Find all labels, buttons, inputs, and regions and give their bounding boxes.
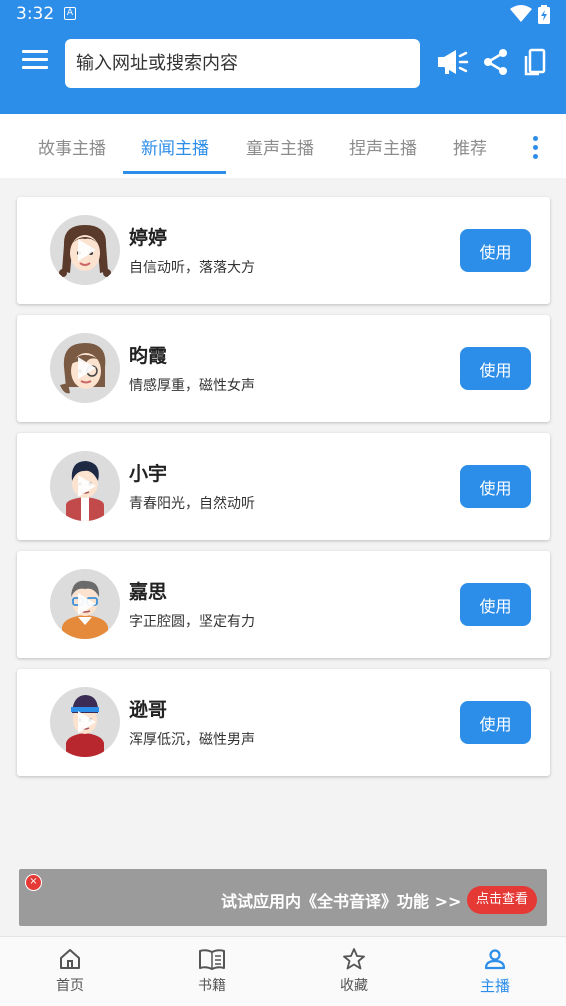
app-bar <box>0 28 566 114</box>
nav-books-label: 书籍 <box>198 978 226 994</box>
anchor-avatar[interactable] <box>50 451 120 521</box>
tab-child-voice-anchor[interactable]: 童声主播 <box>246 134 314 159</box>
anchor-card: 小宇 青春阳光，自然动听 使用 <box>17 433 550 540</box>
status-time: 3:32 <box>16 4 55 24</box>
menu-icon[interactable] <box>22 50 48 72</box>
anchor-card: 昀霞 情感厚重，磁性女声 使用 <box>17 315 550 422</box>
battery-icon <box>538 5 550 24</box>
search-input[interactable] <box>65 39 420 88</box>
sim-icon: A <box>64 7 76 20</box>
nav-favorites-label: 收藏 <box>340 978 368 994</box>
tab-recommended[interactable]: 推荐 <box>453 134 487 159</box>
nav-favorites[interactable]: 收藏 <box>294 937 414 1006</box>
nav-books[interactable]: 书籍 <box>152 937 272 1006</box>
tab-news-anchor[interactable]: 新闻主播 <box>141 134 209 159</box>
active-tab-indicator <box>123 171 226 174</box>
anchor-avatar[interactable] <box>50 569 120 639</box>
nav-home-label: 首页 <box>56 978 84 994</box>
anchor-description: 自信动听，落落大方 <box>129 260 255 276</box>
anchor-description: 情感厚重，磁性女声 <box>129 378 255 394</box>
anchor-name: 嘉思 <box>129 581 168 603</box>
star-icon <box>343 948 365 970</box>
play-icon <box>78 357 96 379</box>
category-tabs: 故事主播 新闻主播 童声主播 捏声主播 推荐 <box>0 114 566 178</box>
nav-home[interactable]: 首页 <box>10 937 130 1006</box>
anchor-name: 逊哥 <box>129 699 168 721</box>
use-button[interactable]: 使用 <box>460 347 531 390</box>
wifi-icon <box>510 5 532 22</box>
use-button[interactable]: 使用 <box>460 229 531 272</box>
use-button[interactable]: 使用 <box>460 701 531 744</box>
nav-anchors-label: 主播 <box>479 977 510 995</box>
anchor-name: 小宇 <box>129 463 168 485</box>
play-icon <box>78 239 96 261</box>
share-icon[interactable] <box>483 48 509 76</box>
person-icon <box>484 949 506 970</box>
anchor-description: 浑厚低沉，磁性男声 <box>129 732 255 748</box>
close-icon[interactable]: × <box>25 874 42 891</box>
bottom-navigation: 首页 书籍 收藏 主播 <box>0 936 566 1006</box>
anchor-avatar[interactable] <box>50 333 120 403</box>
ad-view-button[interactable]: 点击查看 <box>467 886 537 914</box>
play-icon <box>78 711 96 733</box>
anchor-name: 昀霞 <box>129 345 168 367</box>
status-bar: 3:32 A <box>0 0 566 28</box>
book-icon <box>199 949 225 970</box>
play-icon <box>78 593 96 615</box>
anchor-card: 婷婷 自信动听，落落大方 使用 <box>17 197 550 304</box>
play-icon <box>78 475 96 497</box>
rotate-screen-icon[interactable] <box>523 48 547 76</box>
anchor-card: 嘉思 字正腔圆，坚定有力 使用 <box>17 551 550 658</box>
anchor-description: 字正腔圆，坚定有力 <box>129 614 255 630</box>
anchor-avatar[interactable] <box>50 687 120 757</box>
home-icon <box>60 949 80 969</box>
tab-custom-voice-anchor[interactable]: 捏声主播 <box>349 134 417 159</box>
anchor-card: 逊哥 浑厚低沉，磁性男声 使用 <box>17 669 550 776</box>
nav-anchors[interactable]: 主播 <box>435 937 555 1006</box>
anchor-name: 婷婷 <box>129 227 168 249</box>
use-button[interactable]: 使用 <box>460 583 531 626</box>
use-button[interactable]: 使用 <box>460 465 531 508</box>
more-options-icon[interactable] <box>530 136 540 160</box>
ad-text: 试试应用内《全书音译》功能 >> <box>221 892 462 911</box>
tab-story-anchor[interactable]: 故事主播 <box>38 134 106 159</box>
megaphone-icon[interactable] <box>436 48 470 76</box>
anchor-avatar[interactable] <box>50 215 120 285</box>
anchor-description: 青春阳光，自然动听 <box>129 496 255 512</box>
ad-banner[interactable]: × 试试应用内《全书音译》功能 >> 点击查看 <box>19 869 547 926</box>
